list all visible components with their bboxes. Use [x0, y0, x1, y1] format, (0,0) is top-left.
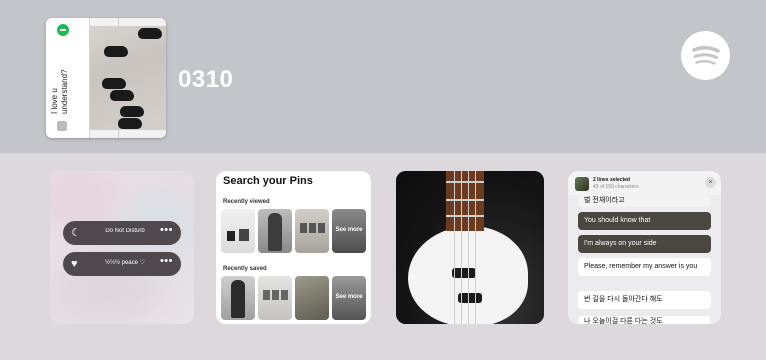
shoe-image	[102, 78, 126, 89]
more-icon[interactable]: •••	[160, 255, 173, 267]
lyric-line[interactable]: 번 길을 다시 돌아간다 해도	[578, 291, 711, 309]
recently-viewed-heading: Recently viewed	[223, 199, 270, 205]
arrow-left-icon	[57, 24, 69, 36]
album-photo	[90, 26, 166, 130]
moon-icon: ☾	[71, 227, 81, 239]
pin-thumbnail[interactable]	[258, 209, 292, 253]
lyric-line[interactable]: 나 오늘이걸 다른 다는 것도	[578, 316, 711, 324]
see-more-viewed[interactable]: See more	[332, 209, 366, 253]
now-playing-header: I love u understand? wow love 0310	[0, 0, 766, 153]
pin-thumbnail[interactable]	[295, 276, 329, 320]
more-icon[interactable]: •••	[160, 224, 173, 236]
album-art-text: I love u understand?	[50, 69, 69, 114]
pin-thumbnail[interactable]	[221, 209, 255, 253]
spotify-logo-icon[interactable]	[681, 31, 730, 80]
guitar-neck	[446, 171, 484, 231]
lyric-line[interactable]: 벌 전채이라고	[578, 195, 711, 207]
shoe-image	[110, 90, 134, 101]
pin-thumbnail[interactable]	[258, 276, 292, 320]
album-art-text-strip: I love u understand?	[46, 18, 90, 138]
song-thumbnail	[575, 177, 589, 191]
selection-count: 2 lines selected	[593, 177, 630, 183]
chevron-up-icon	[57, 121, 67, 131]
pickup	[452, 268, 476, 278]
recently-saved-heading: Recently saved	[223, 266, 267, 272]
see-more-saved[interactable]: See more	[332, 276, 366, 320]
pins-search-title[interactable]: Search your Pins	[223, 175, 313, 187]
focus-custom[interactable]: ♥ ½½½ peace ♡ •••	[63, 252, 181, 276]
shoe-image	[120, 106, 144, 117]
focus-label: Do Not Disturb	[105, 228, 145, 234]
character-count: 43 of 150 characters	[593, 184, 639, 190]
lyric-line-selected[interactable]: I'm always on your side	[578, 235, 711, 253]
focus-widget: ☾ Do Not Disturb ••• ♥ ½½½ peace ♡ •••	[50, 171, 194, 324]
focus-label: ½½½ peace ♡	[104, 260, 146, 266]
lyrics-header: 2 lines selected 43 of 150 characters ×	[568, 171, 721, 195]
lyric-line[interactable]: Please, remember my answer is you	[578, 258, 711, 276]
pin-thumbnail[interactable]	[295, 209, 329, 253]
lyric-line-selected[interactable]: You should know that	[578, 212, 711, 230]
pin-thumbnail[interactable]	[221, 276, 255, 320]
see-more-label: See more	[335, 227, 363, 233]
shoe-image	[118, 118, 142, 129]
playlist-title: 0310	[178, 66, 234, 93]
pinterest-widget[interactable]: Search your Pins Recently viewed See mor…	[216, 171, 371, 324]
shoe-image	[104, 46, 128, 57]
close-icon[interactable]: ×	[705, 177, 716, 188]
album-artwork[interactable]: I love u understand? wow love	[46, 18, 166, 138]
shoe-image	[138, 28, 162, 39]
photo-widget[interactable]	[396, 171, 544, 324]
see-more-label: See more	[335, 294, 363, 300]
focus-do-not-disturb[interactable]: ☾ Do Not Disturb •••	[63, 221, 181, 245]
lyrics-share-widget: 2 lines selected 43 of 150 characters × …	[568, 171, 721, 324]
heart-icon: ♥	[71, 258, 78, 270]
